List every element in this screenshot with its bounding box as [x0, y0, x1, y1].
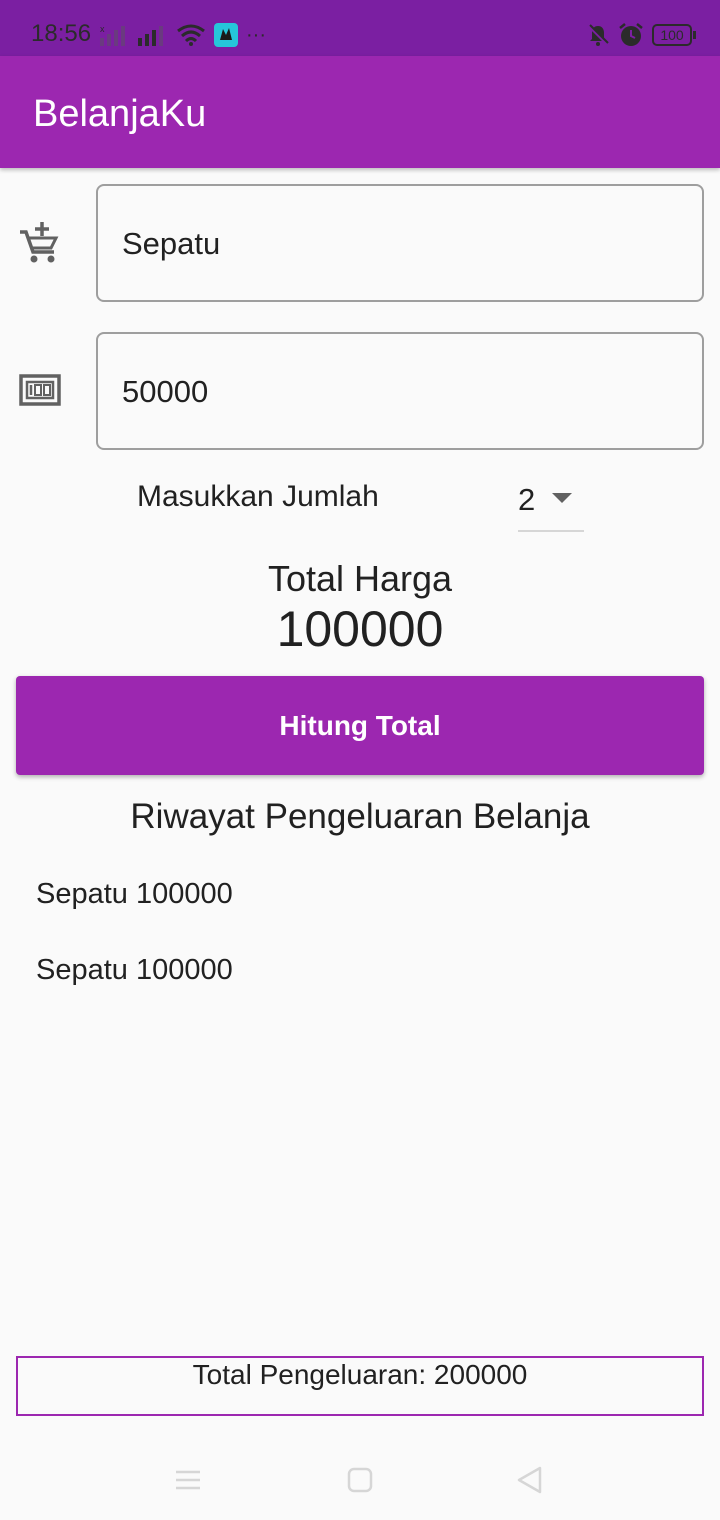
price-row: [0, 332, 720, 450]
home-nav-icon[interactable]: [340, 1460, 380, 1500]
item-name-field[interactable]: [96, 184, 704, 302]
calculate-total-button[interactable]: Hitung Total: [16, 676, 704, 775]
quantity-selected-value: 2: [518, 482, 536, 517]
item-name-row: [0, 184, 720, 302]
app-title: BelanjaKu: [33, 93, 207, 135]
menu-nav-icon[interactable]: [168, 1460, 208, 1500]
dropdown-arrow-icon: [552, 493, 572, 503]
total-spending-box: Total Pengeluaran: 200000: [16, 1356, 704, 1416]
add-shopping-cart-icon: [20, 222, 59, 263]
status-icons-right: 100: [586, 20, 696, 50]
status-bar: 18:56 x ··· 100: [0, 0, 720, 56]
status-icons-left: x ···: [100, 20, 266, 50]
wifi-icon: [177, 24, 205, 46]
system-navigation-bar: [0, 1440, 720, 1520]
svg-text:x: x: [100, 24, 105, 34]
quantity-label: Masukkan Jumlah: [137, 480, 379, 513]
total-price-value: 100000: [276, 601, 444, 657]
price-field[interactable]: [96, 332, 704, 450]
item-name-input[interactable]: [120, 216, 684, 272]
battery-icon: 100: [652, 24, 696, 46]
signal-1-icon: x: [100, 24, 125, 46]
back-nav-icon[interactable]: [510, 1460, 550, 1500]
calculate-total-label: Hitung Total: [279, 709, 441, 741]
signal-2-icon: [138, 26, 163, 46]
app-notification-icon: [214, 23, 238, 47]
history-item: Sepatu 100000: [36, 954, 233, 986]
history-item: Sepatu 100000: [36, 878, 233, 910]
total-price-label: Total Harga: [267, 558, 453, 599]
alarm-icon: [619, 23, 643, 46]
notifications-off-icon: [587, 24, 609, 46]
money-icon: [19, 374, 61, 406]
history-title: Riwayat Pengeluaran Belanja: [130, 797, 590, 836]
total-spending-label: Total Pengeluaran: 200000: [192, 1359, 528, 1390]
more-notifications-icon: ···: [246, 23, 266, 46]
battery-level: 100: [660, 27, 684, 43]
status-time: 18:56: [31, 20, 92, 47]
app-bar: BelanjaKu: [0, 56, 720, 168]
quantity-dropdown[interactable]: 2: [518, 476, 584, 532]
price-input[interactable]: [120, 364, 684, 420]
